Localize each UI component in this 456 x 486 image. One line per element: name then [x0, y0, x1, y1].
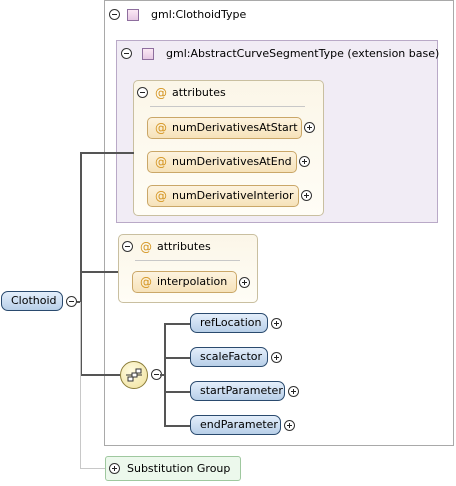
- expand-num-derivatives-at-end-button[interactable]: [299, 156, 310, 167]
- expand-ref-location-button[interactable]: [271, 318, 282, 329]
- expand-scale-factor-button[interactable]: [271, 352, 282, 363]
- root-element-label: Clothoid: [11, 294, 57, 307]
- extension-base-label: gml:AbstractCurveSegmentType (extension …: [166, 47, 440, 60]
- root-element-clothoid[interactable]: Clothoid: [1, 291, 63, 311]
- collapse-root-button[interactable]: [66, 296, 77, 307]
- element-label: startParameter: [200, 384, 283, 397]
- element-ref-location[interactable]: refLocation: [190, 313, 268, 333]
- collapse-own-attributes-button[interactable]: [122, 241, 133, 252]
- connector-line: [164, 425, 190, 427]
- element-label: refLocation: [200, 316, 262, 329]
- connector-line: [80, 374, 120, 376]
- complex-type-icon: [142, 48, 154, 60]
- connector-line: [164, 357, 190, 359]
- attribute-icon: @: [155, 189, 167, 203]
- collapse-base-attributes-button[interactable]: [137, 87, 148, 98]
- attribute-interpolation[interactable]: @ interpolation: [132, 271, 237, 293]
- attribute-label: interpolation: [157, 275, 228, 288]
- substitution-connector: [80, 468, 106, 469]
- attribute-num-derivative-interior[interactable]: @ numDerivativeInterior: [147, 185, 299, 207]
- attribute-num-derivatives-at-start[interactable]: @ numDerivativesAtStart: [147, 117, 302, 139]
- expand-end-parameter-button[interactable]: [284, 420, 295, 431]
- element-label: endParameter: [200, 418, 278, 431]
- attribute-icon: @: [155, 155, 167, 169]
- element-label: scaleFactor: [200, 350, 263, 363]
- sequence-compositor-icon[interactable]: [120, 361, 148, 389]
- connector-line: [164, 391, 190, 393]
- substitution-connector: [80, 302, 81, 468]
- expand-num-derivatives-at-start-button[interactable]: [304, 122, 315, 133]
- base-attributes-label: attributes: [172, 86, 226, 99]
- group-divider: [150, 106, 305, 107]
- element-start-parameter[interactable]: startParameter: [190, 381, 285, 401]
- substitution-group-label: Substitution Group: [127, 462, 231, 475]
- attribute-icon: @: [155, 86, 167, 100]
- complex-type-icon: [127, 9, 139, 21]
- connector-line: [80, 152, 134, 154]
- collapse-clothoid-type-button[interactable]: [109, 9, 120, 20]
- attribute-label: numDerivativeInterior: [172, 189, 294, 202]
- group-divider: [135, 260, 240, 261]
- connector-line: [160, 374, 166, 376]
- attribute-icon: @: [140, 275, 152, 289]
- expand-interpolation-button[interactable]: [239, 277, 250, 288]
- expand-substitution-group-button[interactable]: [109, 463, 120, 474]
- sequence-icon: [126, 368, 142, 382]
- attribute-label: numDerivativesAtStart: [172, 121, 298, 134]
- expand-num-derivative-interior-button[interactable]: [301, 190, 312, 201]
- attribute-icon: @: [140, 240, 152, 254]
- clothoid-type-label: gml:ClothoidType: [151, 8, 247, 21]
- connector-line: [164, 323, 190, 325]
- element-end-parameter[interactable]: endParameter: [190, 415, 281, 435]
- element-scale-factor[interactable]: scaleFactor: [190, 347, 268, 367]
- own-attributes-label: attributes: [157, 240, 211, 253]
- attribute-label: numDerivativesAtEnd: [172, 155, 292, 168]
- connector-line: [80, 271, 118, 273]
- collapse-extension-button[interactable]: [121, 48, 132, 59]
- attribute-num-derivatives-at-end[interactable]: @ numDerivativesAtEnd: [147, 151, 297, 173]
- substitution-group-box[interactable]: Substitution Group: [105, 456, 241, 481]
- attribute-icon: @: [155, 121, 167, 135]
- expand-start-parameter-button[interactable]: [288, 386, 299, 397]
